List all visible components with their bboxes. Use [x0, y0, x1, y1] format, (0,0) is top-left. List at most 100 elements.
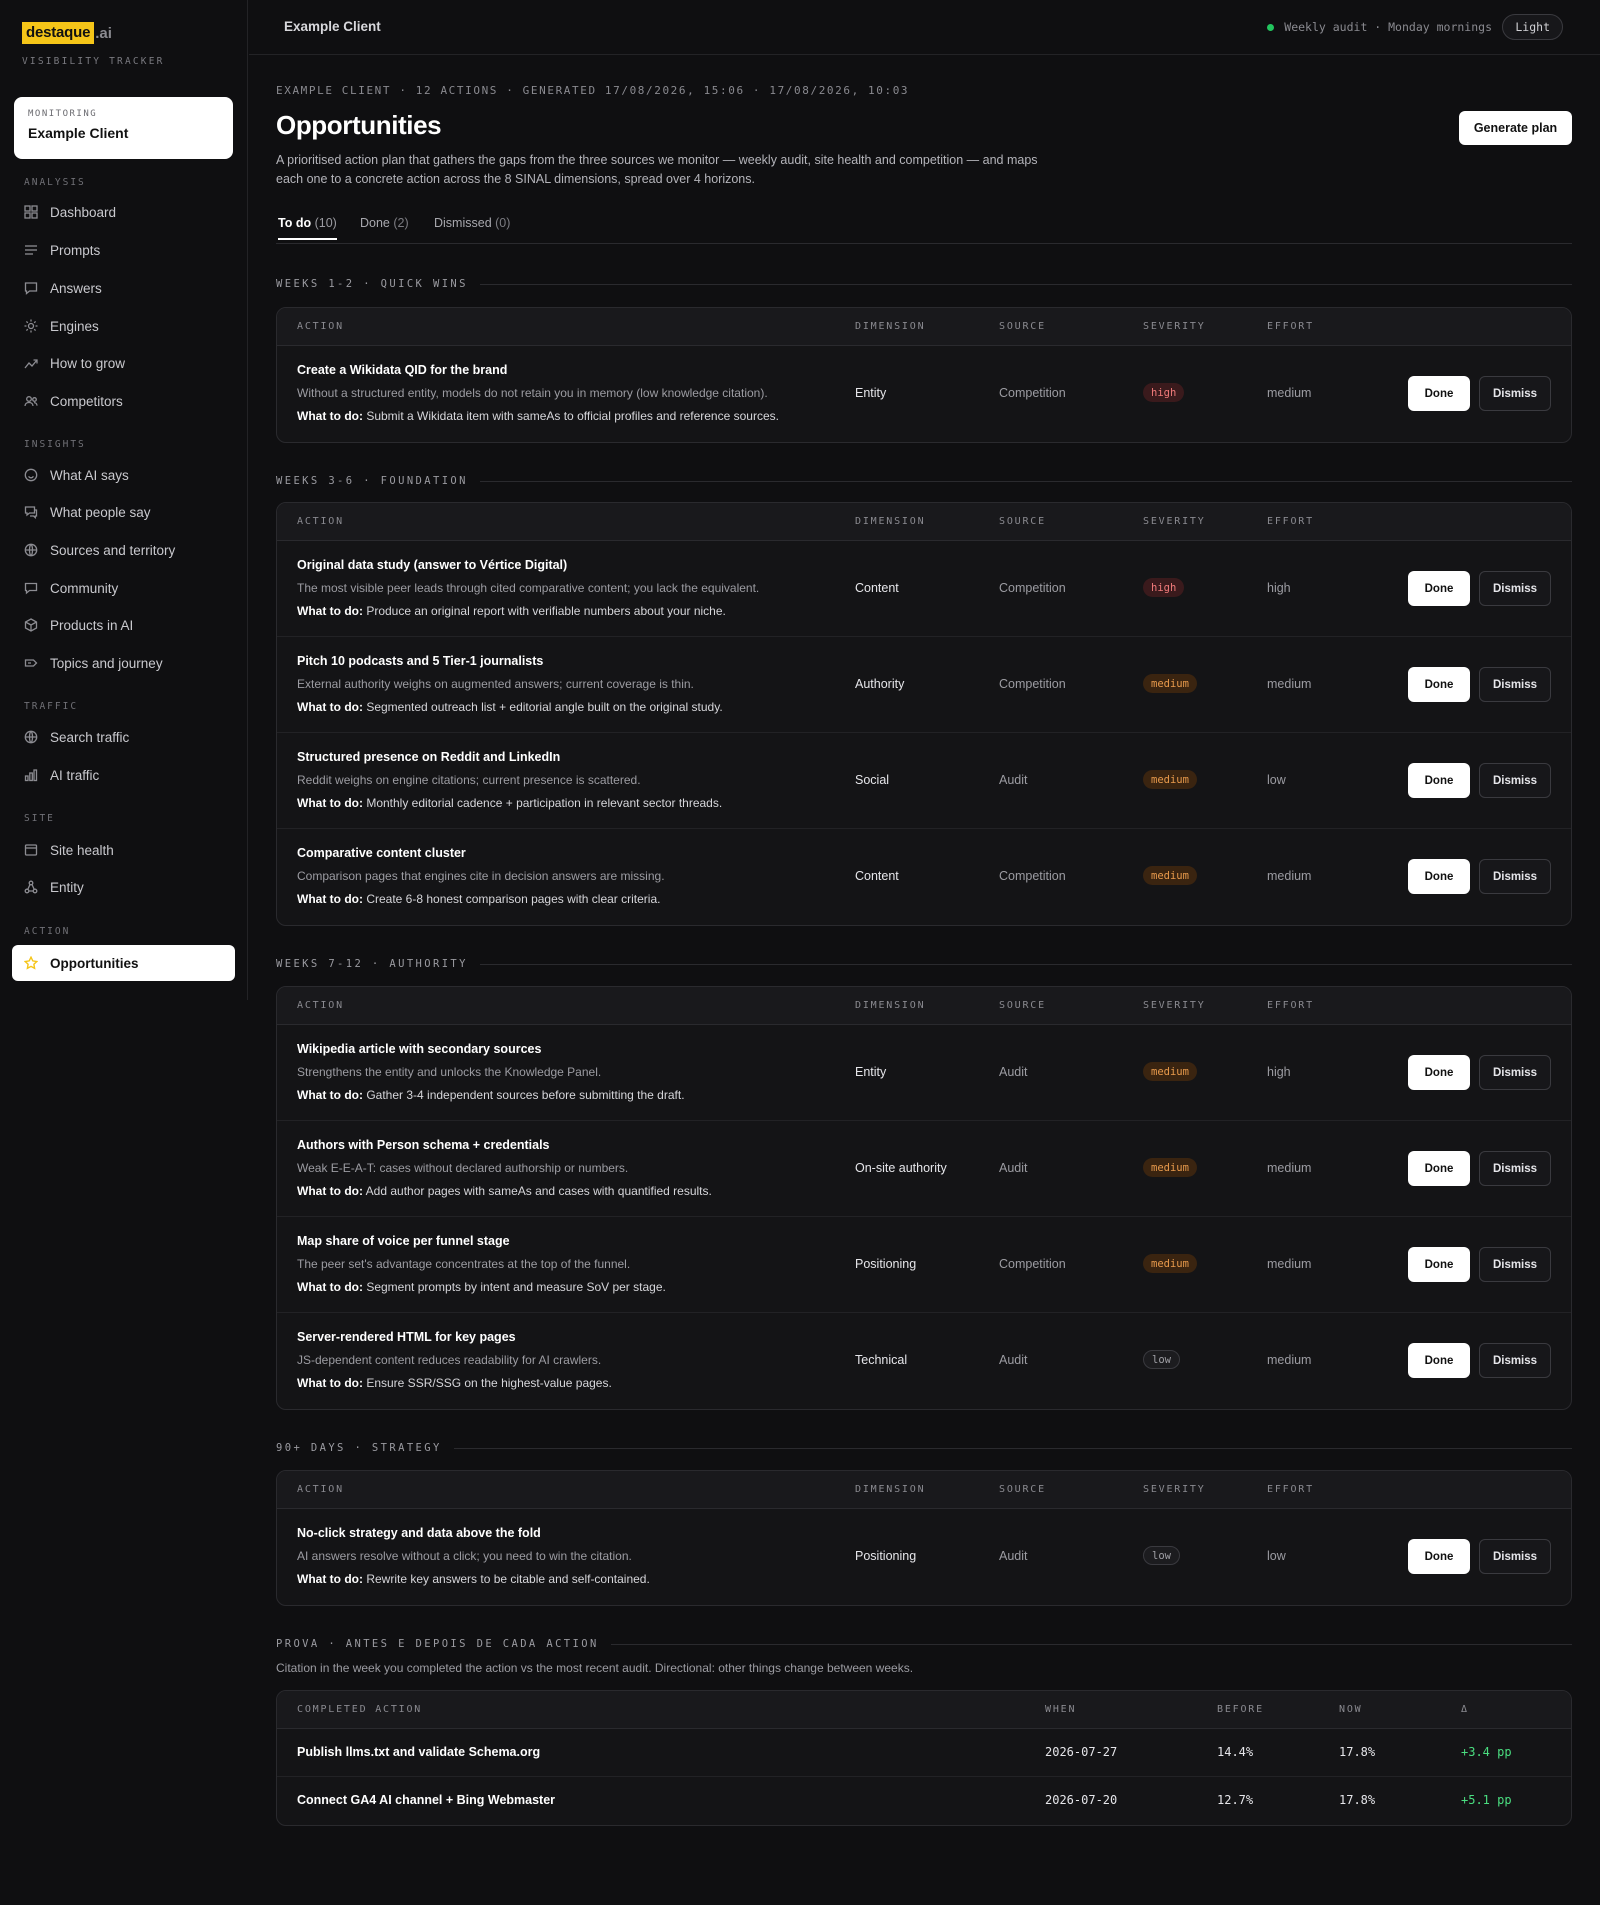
- sidebar-item-entity[interactable]: Entity: [12, 869, 235, 905]
- sidebar-item-products-in-ai[interactable]: Products in AI: [12, 607, 235, 643]
- col-action: ACTION: [297, 516, 344, 527]
- action-todo: What to do: Add author pages with sameAs…: [297, 1184, 712, 1198]
- action-description: Comparison pages that engines cite in de…: [297, 869, 665, 883]
- col-before: BEFORE: [1217, 1704, 1264, 1715]
- effort-value: medium: [1267, 386, 1312, 400]
- group-header: WEEKS 1-2 · QUICK WINS: [276, 276, 1572, 292]
- action-title: Original data study (answer to Vértice D…: [297, 558, 568, 572]
- col-action: ACTION: [297, 1000, 344, 1011]
- table-row: Publish llms.txt and validate Schema.org…: [277, 1729, 1571, 1777]
- nav-section-traffic: TRAFFIC: [24, 701, 79, 712]
- sidebar-item-search-traffic[interactable]: Search traffic: [12, 719, 235, 755]
- sidebar-item-what-ai-says[interactable]: What AI says: [12, 457, 235, 493]
- done-button[interactable]: Done: [1408, 859, 1470, 894]
- dismiss-button[interactable]: Dismiss: [1479, 763, 1551, 798]
- source-value: Competition: [999, 581, 1066, 595]
- table-row: Pitch 10 podcasts and 5 Tier-1 journalis…: [277, 637, 1571, 733]
- lines-icon: [24, 243, 38, 257]
- action-todo: What to do: Rewrite key answers to be ci…: [297, 1572, 650, 1586]
- tab-done[interactable]: Done (2): [360, 216, 409, 239]
- todo-label: What to do:: [297, 1184, 363, 1198]
- done-button[interactable]: Done: [1408, 1343, 1470, 1378]
- done-button[interactable]: Done: [1408, 1151, 1470, 1186]
- sidebar-item-ai-traffic[interactable]: AI traffic: [12, 757, 235, 793]
- group-header: 90+ DAYS · STRATEGY: [276, 1440, 1572, 1456]
- message-icon: [24, 505, 38, 519]
- tab-to-do[interactable]: To do (10): [278, 216, 337, 240]
- severity-badge: low: [1143, 1350, 1180, 1369]
- col-action: ACTION: [297, 321, 344, 332]
- status-dot-icon: [1267, 23, 1275, 31]
- dismiss-button[interactable]: Dismiss: [1479, 1151, 1551, 1186]
- sidebar-item-sources-and-territory[interactable]: Sources and territory: [12, 532, 235, 568]
- brand-logo[interactable]: destaque .ai: [22, 22, 112, 44]
- generate-plan-button[interactable]: Generate plan: [1459, 111, 1572, 145]
- todo-label: What to do:: [297, 700, 363, 714]
- dismiss-button[interactable]: Dismiss: [1479, 1055, 1551, 1090]
- todo-label: What to do:: [297, 604, 363, 618]
- divider: [479, 283, 1572, 285]
- todo-text: Rewrite key answers to be citable and se…: [366, 1572, 650, 1586]
- sidebar-item-what-people-say[interactable]: What people say: [12, 494, 235, 530]
- action-title: Create a Wikidata QID for the brand: [297, 363, 508, 377]
- nav-section-insights: INSIGHTS: [24, 439, 86, 450]
- sidebar-item-label: Search traffic: [50, 729, 130, 745]
- sidebar-item-prompts[interactable]: Prompts: [12, 232, 235, 268]
- action-table: ACTION DIMENSION SOURCE SEVERITY EFFORT Creat…: [276, 307, 1572, 443]
- todo-text: Segmented outreach list + editorial angl…: [366, 700, 723, 714]
- sidebar-item-how-to-grow[interactable]: How to grow: [12, 345, 235, 381]
- action-description: AI answers resolve without a click; you …: [297, 1549, 632, 1563]
- sidebar-item-engines[interactable]: Engines: [12, 308, 235, 344]
- action-title: Map share of voice per funnel stage: [297, 1234, 510, 1248]
- chat-icon: [24, 281, 38, 295]
- sidebar-item-community[interactable]: Community: [12, 570, 235, 606]
- tab-label: Dismissed: [434, 216, 492, 230]
- done-button[interactable]: Done: [1408, 1247, 1470, 1282]
- col-severity: SEVERITY: [1143, 321, 1206, 332]
- before-value: 14.4%: [1217, 1745, 1254, 1759]
- divider: [610, 1643, 1572, 1645]
- bars-icon: [24, 768, 38, 782]
- done-button[interactable]: Done: [1408, 667, 1470, 702]
- col-effort: EFFORT: [1267, 1484, 1314, 1495]
- dismiss-button[interactable]: Dismiss: [1479, 571, 1551, 606]
- tab-label: Done: [360, 216, 390, 230]
- done-button[interactable]: Done: [1408, 763, 1470, 798]
- dismiss-button[interactable]: Dismiss: [1479, 859, 1551, 894]
- dismiss-button[interactable]: Dismiss: [1479, 1343, 1551, 1378]
- smile-icon: [24, 468, 38, 482]
- when-value: 2026-07-27: [1045, 1745, 1118, 1759]
- monitoring-client-selector[interactable]: MONITORING Example Client: [14, 97, 233, 159]
- done-button[interactable]: Done: [1408, 1539, 1470, 1574]
- theme-toggle-button[interactable]: Light: [1502, 14, 1563, 40]
- todo-label: What to do:: [297, 1280, 363, 1294]
- delta-value: +5.1 pp: [1461, 1793, 1512, 1807]
- col-severity: SEVERITY: [1143, 1484, 1206, 1495]
- sidebar-item-label: What people say: [50, 504, 151, 520]
- sidebar-item-opportunities[interactable]: Opportunities: [12, 945, 235, 981]
- dismiss-button[interactable]: Dismiss: [1479, 1539, 1551, 1574]
- brand-subtitle: VISIBILITY TRACKER: [22, 56, 165, 67]
- proof-note: Citation in the week you completed the a…: [276, 1661, 914, 1675]
- tab-dismissed[interactable]: Dismissed (0): [434, 216, 510, 239]
- sidebar-item-answers[interactable]: Answers: [12, 270, 235, 306]
- effort-value: medium: [1267, 869, 1312, 883]
- action-title: Pitch 10 podcasts and 5 Tier-1 journalis…: [297, 654, 544, 668]
- page-description: A prioritised action plan that gathers t…: [276, 153, 1038, 186]
- audit-status: Weekly audit · Monday mornings: [1267, 20, 1492, 34]
- group-header: WEEKS 7-12 · AUTHORITY: [276, 956, 1572, 972]
- source-value: Audit: [999, 1161, 1028, 1175]
- dismiss-button[interactable]: Dismiss: [1479, 667, 1551, 702]
- dismiss-button[interactable]: Dismiss: [1479, 376, 1551, 411]
- tab-count: (0): [495, 216, 511, 230]
- sidebar-item-site-health[interactable]: Site health: [12, 832, 235, 868]
- effort-value: high: [1267, 1065, 1291, 1079]
- sidebar-item-topics-and-journey[interactable]: Topics and journey: [12, 645, 235, 681]
- done-button[interactable]: Done: [1408, 376, 1470, 411]
- done-button[interactable]: Done: [1408, 1055, 1470, 1090]
- sidebar-item-competitors[interactable]: Competitors: [12, 383, 235, 419]
- dismiss-button[interactable]: Dismiss: [1479, 1247, 1551, 1282]
- sidebar-item-dashboard[interactable]: Dashboard: [12, 194, 235, 230]
- col-dimension: DIMENSION: [855, 321, 926, 332]
- done-button[interactable]: Done: [1408, 571, 1470, 606]
